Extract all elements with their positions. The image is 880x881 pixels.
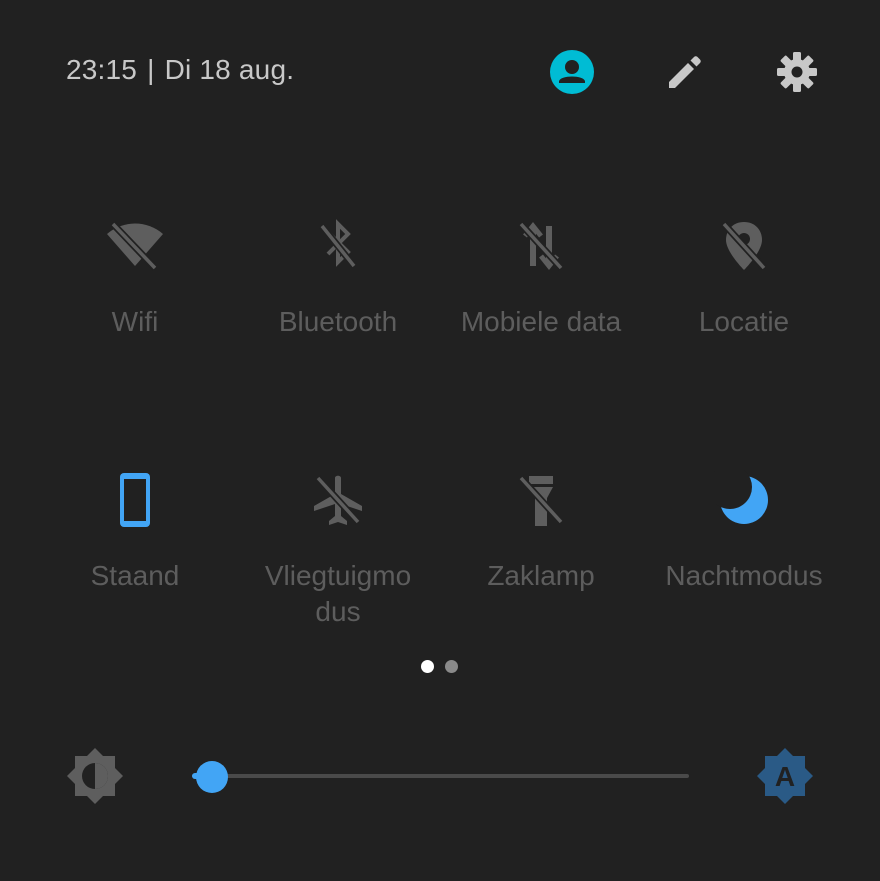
tile-label-portrait: Staand <box>90 560 180 591</box>
page-dot[interactable] <box>445 660 458 673</box>
airplane-off-icon <box>308 470 368 530</box>
flashlight-off-icon <box>511 470 571 530</box>
tile-portrait[interactable]: Staand <box>35 470 235 594</box>
tile-label-airplane-mode: Vliegtuigmo dus <box>264 560 412 627</box>
tile-label-night-mode: Nachtmodus <box>665 560 823 591</box>
portrait-phone-icon <box>105 470 165 530</box>
account-icon[interactable] <box>548 48 596 96</box>
wifi-off-icon <box>105 216 165 276</box>
tile-location[interactable]: Locatie <box>644 216 844 340</box>
tile-label-flashlight: Zaklamp <box>487 560 595 591</box>
tile-flashlight[interactable]: Zaklamp <box>441 470 641 594</box>
brightness-icon <box>65 746 125 806</box>
clock-time: 23:15 <box>66 54 138 85</box>
date-text: Di 18 aug. <box>164 54 295 85</box>
quick-settings-header: 23:15 | Di 18 aug. <box>0 0 880 140</box>
night-mode-moon-icon <box>708 465 774 530</box>
auto-brightness-label: A <box>775 761 795 792</box>
tile-mobile-data[interactable]: Mobiele data <box>441 216 641 340</box>
edit-pencil-icon[interactable] <box>661 48 709 96</box>
tile-label-location: Locatie <box>698 306 790 337</box>
tile-label-mobile-data: Mobiele data <box>460 306 622 337</box>
tile-airplane-mode[interactable]: Vliegtuigmo dus <box>238 470 438 630</box>
bluetooth-off-icon <box>308 216 368 276</box>
auto-brightness-icon[interactable]: A <box>755 746 815 806</box>
tile-night-mode[interactable]: Nachtmodus <box>644 465 844 594</box>
mobile-data-off-icon <box>511 216 571 276</box>
brightness-row: A <box>0 742 880 812</box>
tile-bluetooth[interactable]: Bluetooth <box>238 216 438 340</box>
brightness-slider-track[interactable] <box>192 774 689 778</box>
tile-wifi[interactable]: Wifi <box>35 216 235 340</box>
tile-label-bluetooth: Bluetooth <box>278 306 398 337</box>
clock-separator: | <box>147 54 155 85</box>
clock-date[interactable]: 23:15 | Di 18 aug. <box>66 54 294 86</box>
location-off-icon <box>714 216 774 276</box>
brightness-slider-thumb[interactable] <box>195 761 228 793</box>
tile-label-wifi: Wifi <box>111 306 159 337</box>
page-dot-active[interactable] <box>421 660 434 673</box>
settings-gear-icon[interactable] <box>773 48 821 96</box>
